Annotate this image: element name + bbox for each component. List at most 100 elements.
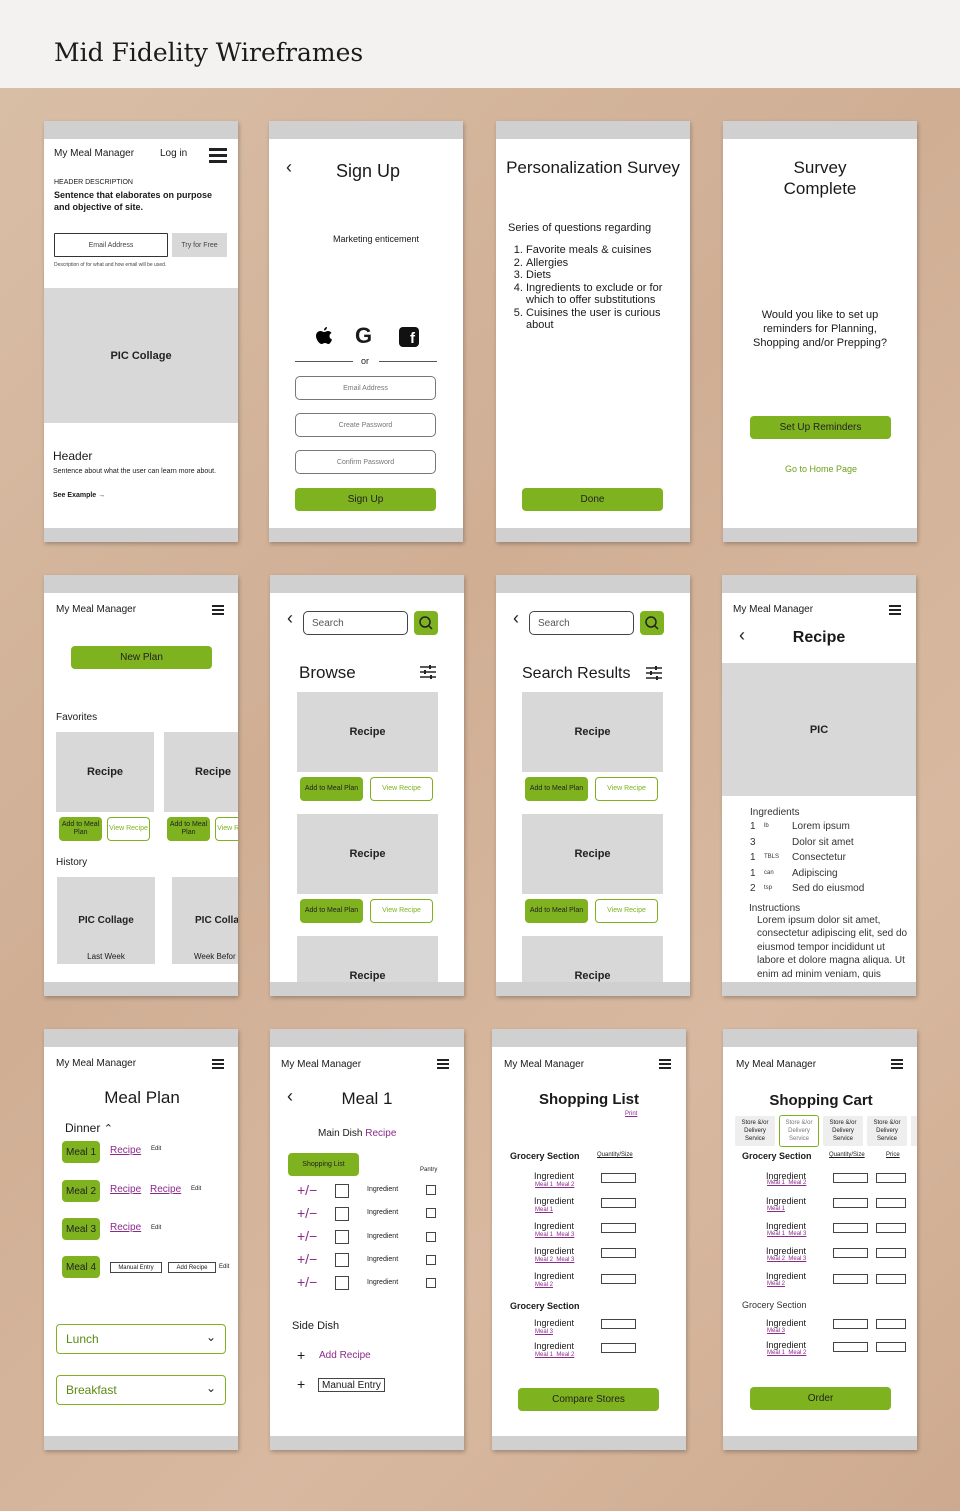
ingredient-checkbox[interactable] (335, 1230, 349, 1244)
meal-tag[interactable]: Meal 1 (767, 1180, 785, 1186)
ingredient-checkbox[interactable] (335, 1253, 349, 1267)
price-field[interactable] (876, 1173, 906, 1183)
meal-tag[interactable]: Meal 2 (788, 1350, 806, 1356)
store-option-partial[interactable] (911, 1116, 917, 1146)
view-recipe-button[interactable]: View Recipe (595, 777, 658, 801)
confirm-password-field[interactable]: Confirm Password (295, 450, 436, 474)
pantry-checkbox[interactable] (426, 1278, 436, 1288)
meal-tag[interactable]: Meal 1 (767, 1231, 785, 1237)
meal-tag[interactable]: Meal 2 (767, 1281, 785, 1287)
menu-icon[interactable] (437, 1059, 449, 1069)
ingredient-checkbox[interactable] (335, 1276, 349, 1290)
quantity-field[interactable] (833, 1173, 868, 1183)
qty-stepper[interactable]: +/− (297, 1274, 317, 1290)
add-to-meal-plan-button[interactable]: Add to Meal Plan (525, 899, 588, 923)
meal-tag[interactable]: Meal 3 (788, 1231, 806, 1237)
history-card[interactable]: PIC Colla (172, 877, 238, 964)
meal-tag[interactable]: Meal 1 (767, 1206, 785, 1212)
setup-reminders-button[interactable]: Set Up Reminders (750, 416, 891, 439)
manual-entry-button[interactable]: Manual Entry (318, 1378, 385, 1392)
plus-icon[interactable]: + (297, 1376, 305, 1392)
edit-link[interactable]: Edit (151, 1146, 161, 1152)
store-option[interactable]: Store &/or Delivery Service (735, 1116, 775, 1146)
lunch-dropdown[interactable]: Lunch ⌄ (56, 1324, 226, 1354)
recipe-link[interactable]: Recipe (110, 1184, 141, 1195)
login-link[interactable]: Log in (160, 148, 187, 159)
quantity-field[interactable] (601, 1248, 636, 1258)
signup-button[interactable]: Sign Up (295, 488, 436, 511)
favorite-recipe-card[interactable]: Recipe (164, 732, 238, 812)
try-free-button[interactable]: Try for Free (172, 233, 227, 257)
done-button[interactable]: Done (522, 488, 663, 511)
meal-1-button[interactable]: Meal 1 (62, 1141, 100, 1163)
quantity-field[interactable] (833, 1248, 868, 1258)
recipe-card[interactable]: Recipe (297, 692, 438, 772)
compare-stores-button[interactable]: Compare Stores (518, 1388, 659, 1411)
ingredient-checkbox[interactable] (335, 1184, 349, 1198)
price-field[interactable] (876, 1198, 906, 1208)
quantity-field[interactable] (833, 1342, 868, 1352)
price-field[interactable] (876, 1342, 906, 1352)
meal-tag[interactable]: Meal 3 (556, 1257, 574, 1263)
meal-tag[interactable]: Meal 2 (535, 1282, 553, 1288)
menu-icon[interactable] (209, 148, 227, 163)
meal-tag[interactable]: Meal 1 (535, 1207, 553, 1213)
search-input[interactable]: Search (529, 611, 634, 635)
quantity-field[interactable] (601, 1173, 636, 1183)
qty-stepper[interactable]: +/− (297, 1182, 317, 1198)
recipe-card[interactable]: Recipe (522, 692, 663, 772)
meal-tag[interactable]: Meal 1 (767, 1350, 785, 1356)
price-field[interactable] (876, 1248, 906, 1258)
order-button[interactable]: Order (750, 1387, 891, 1410)
home-page-link[interactable]: Go to Home Page (723, 464, 917, 474)
back-icon[interactable]: ‹ (513, 608, 519, 629)
store-option[interactable]: Store &/or Delivery Service (823, 1116, 863, 1146)
create-password-field[interactable]: Create Password (295, 413, 436, 437)
quantity-field[interactable] (601, 1343, 636, 1353)
view-recipe-button[interactable]: View Recipe (370, 777, 433, 801)
menu-icon[interactable] (659, 1059, 671, 1069)
print-link[interactable]: Print (625, 1111, 637, 1117)
new-plan-button[interactable]: New Plan (71, 646, 212, 669)
recipe-link[interactable]: Recipe (150, 1184, 181, 1195)
facebook-icon[interactable]: f (399, 327, 419, 347)
meal-tag[interactable]: Meal 1 (535, 1182, 553, 1188)
meal-4-button[interactable]: Meal 4 (62, 1256, 100, 1278)
quantity-field[interactable] (601, 1319, 636, 1329)
google-icon[interactable]: G (355, 323, 372, 349)
pantry-checkbox[interactable] (426, 1255, 436, 1265)
history-card[interactable]: PIC Collage (57, 877, 155, 964)
meal-tag[interactable]: Meal 2 (556, 1352, 574, 1358)
qty-stepper[interactable]: +/− (297, 1205, 317, 1221)
add-recipe-button[interactable]: Add Recipe (168, 1262, 216, 1273)
view-recipe-button[interactable]: View Recipe (107, 817, 150, 841)
email-field[interactable]: Email Address (295, 376, 436, 400)
edit-link[interactable]: Edit (151, 1225, 161, 1231)
quantity-field[interactable] (601, 1274, 636, 1284)
menu-icon[interactable] (212, 1059, 224, 1069)
pantry-checkbox[interactable] (426, 1232, 436, 1242)
recipe-link[interactable]: Recipe (365, 1128, 396, 1139)
breakfast-dropdown[interactable]: Breakfast ⌄ (56, 1375, 226, 1405)
meal-tag[interactable]: Meal 1 (535, 1352, 553, 1358)
favorite-recipe-card[interactable]: Recipe (56, 732, 154, 812)
see-example-link[interactable]: See Example → (53, 492, 105, 499)
meal-tag[interactable]: Meal 1 (535, 1232, 553, 1238)
filter-icon[interactable] (420, 665, 436, 679)
meal-tag[interactable]: Meal 2 (535, 1257, 553, 1263)
email-input[interactable]: Email Address (54, 233, 168, 257)
back-icon[interactable]: ‹ (287, 608, 293, 629)
recipe-link[interactable]: Recipe (110, 1145, 141, 1156)
meal-tag[interactable]: Meal 2 (556, 1182, 574, 1188)
shopping-list-button[interactable]: Shopping List (288, 1153, 359, 1176)
qty-stepper[interactable]: +/− (297, 1251, 317, 1267)
quantity-field[interactable] (601, 1223, 636, 1233)
meal-tag[interactable]: Meal 2 (767, 1256, 785, 1262)
pantry-checkbox[interactable] (426, 1185, 436, 1195)
add-to-meal-plan-button[interactable]: Add to Meal Plan (59, 817, 102, 841)
quantity-field[interactable] (833, 1319, 868, 1329)
meal-tag[interactable]: Meal 3 (788, 1256, 806, 1262)
add-to-meal-plan-button[interactable]: Add to Meal Plan (300, 899, 363, 923)
search-button[interactable] (640, 611, 664, 635)
menu-icon[interactable] (889, 605, 901, 615)
